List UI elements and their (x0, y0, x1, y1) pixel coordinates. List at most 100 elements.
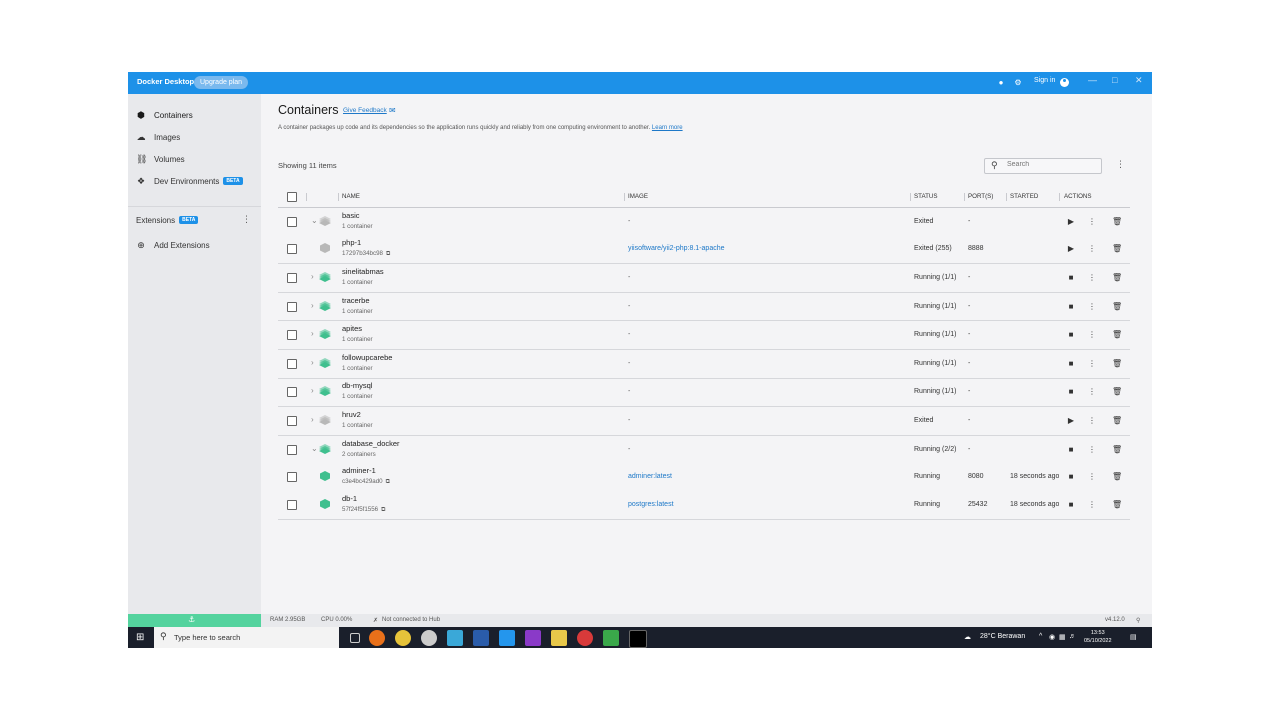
delete-icon[interactable]: 🗑 (1112, 500, 1122, 509)
delete-icon[interactable]: 🗑 (1112, 244, 1122, 253)
app-icon[interactable] (395, 630, 411, 646)
sidebar-item-dev-environments[interactable]: ❖ Dev Environments BETA (136, 174, 243, 188)
copy-icon[interactable]: ⧉ (386, 479, 390, 485)
extensions-menu-icon[interactable]: ⋮ (242, 214, 251, 225)
chrome-icon[interactable] (577, 630, 593, 646)
more-options-icon[interactable]: ⋮ (1087, 330, 1097, 339)
container-name[interactable]: db-mysql (342, 381, 372, 390)
row-checkbox[interactable] (287, 444, 297, 455)
more-options-icon[interactable]: ⋮ (1087, 416, 1097, 425)
ports-label[interactable]: 8080 (968, 473, 984, 480)
taskbar-search[interactable]: ⚲ Type here to search (154, 627, 339, 648)
engine-status-indicator[interactable]: ⚓ (128, 614, 261, 627)
firefox-icon[interactable] (369, 630, 385, 646)
play-icon[interactable]: ▶ (1066, 217, 1076, 226)
chevron-right-icon[interactable]: › (311, 329, 314, 338)
select-all-checkbox[interactable] (287, 192, 297, 202)
stop-icon[interactable]: ■ (1066, 472, 1076, 481)
delete-icon[interactable]: 🗑 (1112, 330, 1122, 339)
more-options-icon[interactable]: ⋮ (1087, 217, 1097, 226)
upgrade-plan-button[interactable]: Upgrade plan (194, 76, 249, 89)
delete-icon[interactable]: 🗑 (1112, 217, 1122, 226)
delete-icon[interactable]: 🗑 (1112, 416, 1122, 425)
volume-icon[interactable]: ♬ (1069, 633, 1076, 640)
copy-icon[interactable]: ⧉ (386, 251, 390, 257)
table-row[interactable]: ⌄ database_docker 2 containers - Running (2/… (278, 434, 1130, 464)
row-checkbox[interactable] (287, 472, 297, 483)
ports-label[interactable]: 8888 (968, 245, 984, 252)
sidebar-item-images[interactable]: ☁ Images (136, 130, 181, 144)
terminal-icon[interactable] (629, 630, 647, 648)
delete-icon[interactable]: 🗑 (1112, 302, 1122, 311)
notifications-icon[interactable]: ▤ (1130, 633, 1137, 641)
minimize-icon[interactable]: — (1088, 75, 1097, 85)
table-row[interactable]: db-1 57f24f5f1556 ⧉ postgres:latest Running 2… (278, 491, 1130, 519)
app-icon[interactable] (473, 630, 489, 646)
user-icon[interactable] (1060, 78, 1069, 87)
row-checkbox[interactable] (287, 330, 297, 341)
container-name[interactable]: followupcarebe (342, 353, 392, 362)
delete-icon[interactable]: 🗑 (1112, 472, 1122, 481)
app-icon[interactable] (525, 630, 541, 646)
stop-icon[interactable]: ■ (1066, 500, 1076, 509)
container-name[interactable]: basic (342, 211, 360, 220)
sign-in-button[interactable]: Sign in (1034, 77, 1055, 84)
container-name[interactable]: adminer-1 (342, 466, 376, 475)
settings-app-icon[interactable] (421, 630, 437, 646)
more-options-icon[interactable]: ⋮ (1087, 244, 1097, 253)
table-row[interactable]: ⌄ basic 1 container - Exited - ▶ ⋮ 🗑 (278, 208, 1130, 236)
column-header-started[interactable]: STARTED (1010, 193, 1038, 200)
table-row[interactable]: › hruv2 1 container - Exited - ▶ ⋮ 🗑 (278, 406, 1130, 435)
table-row[interactable]: › followupcarebe 1 container - Running (1/1)… (278, 348, 1130, 378)
play-icon[interactable]: ▶ (1066, 416, 1076, 425)
chevron-right-icon[interactable]: › (311, 358, 314, 367)
more-options-icon[interactable]: ⋮ (1116, 159, 1125, 170)
docker-app-icon[interactable] (499, 630, 515, 646)
row-checkbox[interactable] (287, 499, 297, 510)
image-name[interactable]: postgres:latest (628, 501, 674, 508)
container-name[interactable]: sinelitabmas (342, 267, 384, 276)
search-box[interactable]: ⚲ (984, 158, 1102, 174)
image-name[interactable]: yiisoftware/yii2-php:8.1-apache (628, 245, 725, 252)
more-options-icon[interactable]: ⋮ (1087, 359, 1097, 368)
container-name[interactable]: php-1 (342, 238, 361, 247)
column-header-name[interactable]: NAME (342, 193, 360, 200)
row-checkbox[interactable] (287, 415, 297, 426)
windows-start-icon[interactable]: ⊞ (136, 632, 144, 643)
column-header-image[interactable]: IMAGE (628, 193, 648, 200)
app-icon[interactable] (447, 630, 463, 646)
weather-label[interactable]: 28°C Berawan (980, 633, 1025, 640)
stop-icon[interactable]: ■ (1066, 445, 1076, 454)
table-row[interactable]: › db-mysql 1 container - Running (1/1) - ■ ⋮ 🗑 (278, 377, 1130, 407)
column-header-ports[interactable]: PORT(S) (968, 193, 993, 200)
more-options-icon[interactable]: ⋮ (1087, 445, 1097, 454)
sidebar-item-volumes[interactable]: ⛓ Volumes (136, 152, 185, 166)
image-name[interactable]: adminer:latest (628, 473, 672, 480)
chevron-right-icon[interactable]: › (311, 415, 314, 424)
more-options-icon[interactable]: ⋮ (1087, 302, 1097, 311)
sidebar-item-containers[interactable]: ⬢ Containers (136, 108, 193, 122)
row-checkbox[interactable] (287, 358, 297, 369)
stop-icon[interactable]: ■ (1066, 387, 1076, 396)
table-row[interactable]: adminer-1 c3e4bc429ad0 ⧉ adminer:latest Runn… (278, 463, 1130, 491)
bug-icon[interactable]: ● (996, 78, 1006, 88)
chevron-down-icon[interactable]: ⌄ (311, 444, 318, 453)
chevron-right-icon[interactable]: › (311, 272, 314, 281)
app-icon[interactable] (603, 630, 619, 646)
notification-icon[interactable]: ⚲ (1136, 617, 1140, 624)
maximize-icon[interactable]: □ (1112, 75, 1117, 85)
delete-icon[interactable]: 🗑 (1112, 273, 1122, 282)
table-row[interactable]: › sinelitabmas 1 container - Running (1/1) - ■… (278, 263, 1130, 292)
container-name[interactable]: hruv2 (342, 410, 361, 419)
copy-icon[interactable]: ⧉ (381, 507, 385, 513)
taskbar-clock[interactable]: 13:53 05/10/2022 (1084, 629, 1112, 645)
row-checkbox[interactable] (287, 272, 297, 283)
task-view-icon[interactable] (350, 633, 360, 643)
mic-icon[interactable]: ◉ (1049, 633, 1055, 641)
row-checkbox[interactable] (287, 387, 297, 398)
stop-icon[interactable]: ■ (1066, 359, 1076, 368)
learn-more-link[interactable]: Learn more (652, 125, 683, 131)
container-name[interactable]: apites (342, 324, 362, 333)
ports-label[interactable]: 25432 (968, 501, 987, 508)
container-name[interactable]: db-1 (342, 494, 357, 503)
